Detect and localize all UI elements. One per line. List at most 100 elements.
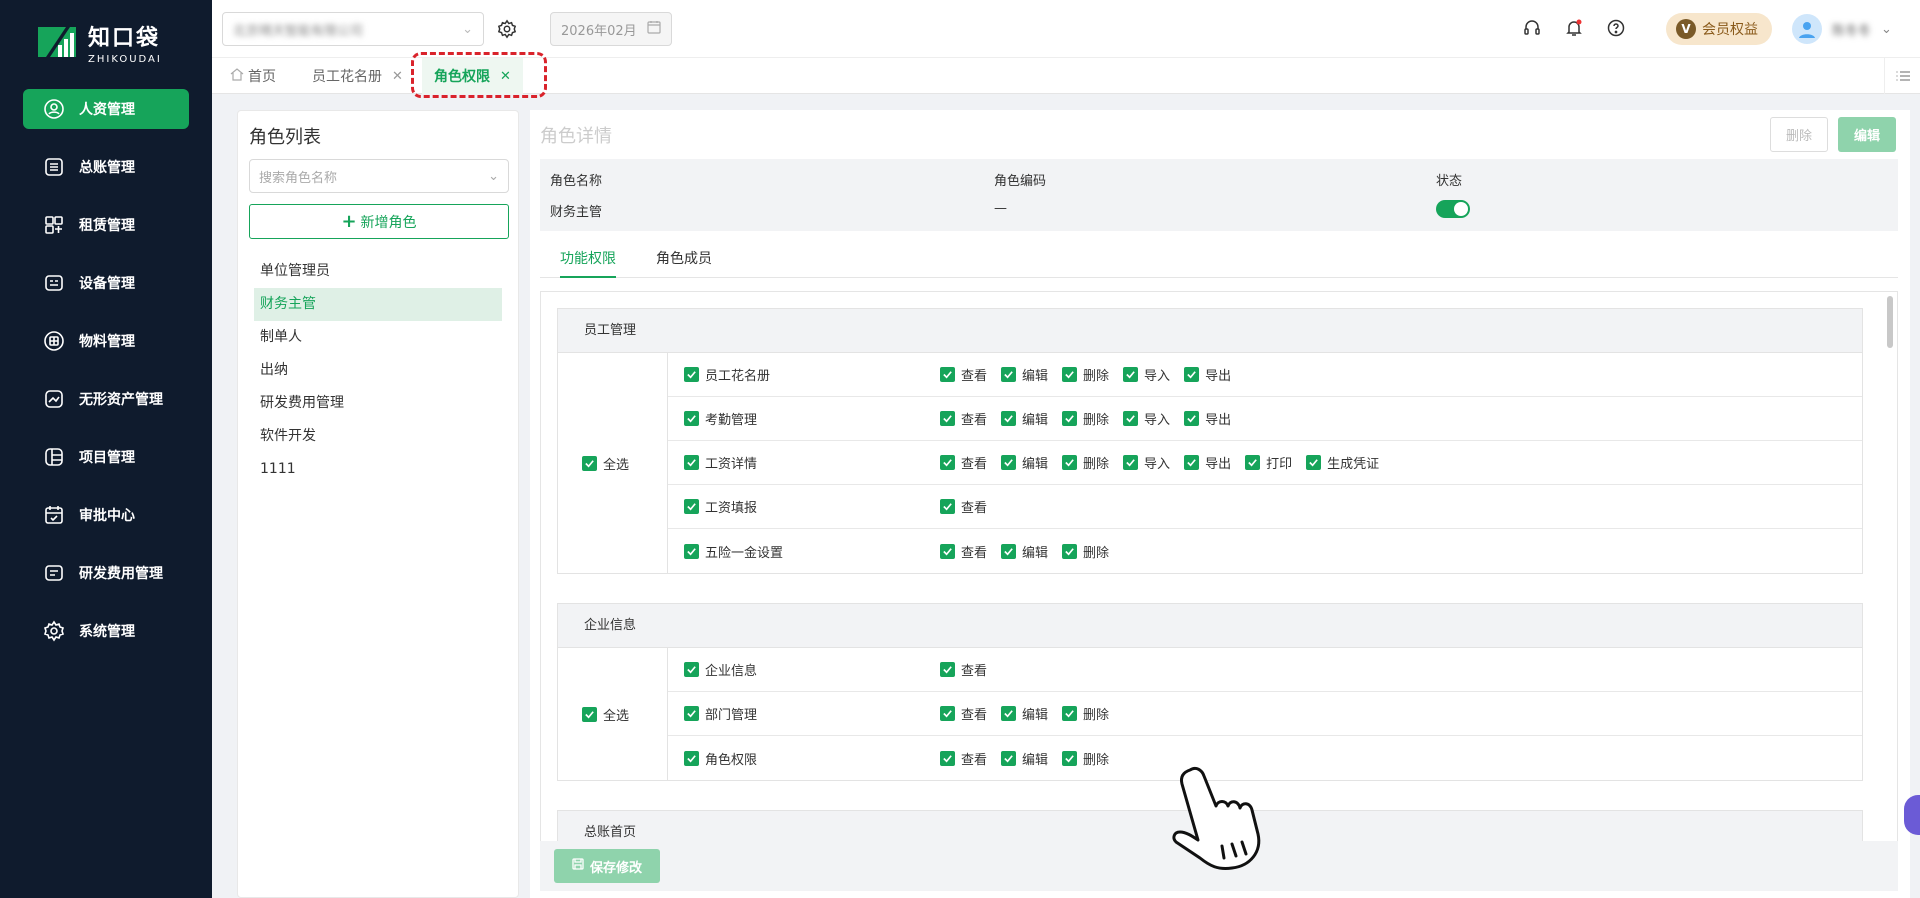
- role-item[interactable]: 1111: [254, 453, 502, 486]
- tab-function-permissions[interactable]: 功能权限: [560, 240, 616, 278]
- action-checkbox[interactable]: 查看: [940, 660, 987, 679]
- sidebar-item-intangible-asset[interactable]: 无形资产管理: [23, 379, 189, 419]
- checkbox-checked-icon: [1123, 455, 1139, 470]
- edit-button[interactable]: 编辑: [1838, 117, 1896, 152]
- action-checkbox[interactable]: 查看: [940, 542, 987, 561]
- role-item[interactable]: 单位管理员: [254, 255, 502, 288]
- action-checkbox[interactable]: 查看: [940, 749, 987, 768]
- select-all-label: 全选: [602, 457, 629, 473]
- sidebar-item-device[interactable]: 设备管理: [23, 263, 189, 303]
- status-toggle[interactable]: [1436, 200, 1470, 218]
- role-detail-title: 角色详情: [540, 126, 612, 147]
- sidebar-item-label: 项目管理: [79, 450, 135, 466]
- permission-name-checkbox[interactable]: 员工花名册: [684, 365, 770, 384]
- sidebar-nav: 人资管理 总账管理 租赁管理 设备管理 物料管理 无形资产管理 项目管理 审批中…: [23, 89, 189, 669]
- action-checkbox[interactable]: 生成凭证: [1306, 453, 1379, 472]
- action-checkbox[interactable]: 删除: [1062, 365, 1109, 384]
- chat-widget-icon[interactable]: [1904, 795, 1920, 835]
- role-info: 角色名称 财务主管 角色编码 — 状态: [540, 159, 1898, 231]
- sidebar-item-ledger[interactable]: 总账管理: [23, 147, 189, 187]
- action-checkbox[interactable]: 导入: [1123, 365, 1170, 384]
- permission-name-checkbox[interactable]: 工资填报: [684, 497, 757, 516]
- close-icon[interactable]: ✕: [392, 69, 403, 84]
- action-label: 导入: [1144, 413, 1171, 428]
- action-checkbox[interactable]: 编辑: [1001, 749, 1048, 768]
- role-item[interactable]: 研发费用管理: [254, 387, 502, 420]
- sidebar-item-label: 人资管理: [79, 102, 135, 118]
- help-icon[interactable]: [1606, 16, 1626, 40]
- sidebar-item-system[interactable]: 系统管理: [23, 611, 189, 651]
- role-item[interactable]: 出纳: [254, 354, 502, 387]
- action-checkbox[interactable]: 查看: [940, 704, 987, 723]
- action-label: 编辑: [1022, 369, 1049, 384]
- permission-name-checkbox[interactable]: 角色权限: [684, 749, 757, 768]
- tab-home[interactable]: 首页: [230, 58, 276, 94]
- action-checkbox[interactable]: 导出: [1184, 365, 1231, 384]
- action-checkbox[interactable]: 导入: [1123, 453, 1170, 472]
- action-checkbox[interactable]: 编辑: [1001, 409, 1048, 428]
- tab-employee-roster[interactable]: 员工花名册 ✕: [312, 58, 403, 94]
- role-item[interactable]: 软件开发: [254, 420, 502, 453]
- action-checkbox[interactable]: 编辑: [1001, 704, 1048, 723]
- permission-name-checkbox[interactable]: 五险一金设置: [684, 542, 783, 561]
- checkbox-checked-icon: [1001, 411, 1017, 426]
- action-checkbox[interactable]: 删除: [1062, 409, 1109, 428]
- sidebar-item-lease[interactable]: 租赁管理: [23, 205, 189, 245]
- permission-group: 企业信息 全选 企业信息 查看 部门管理 查看 编辑 删除 角色权限 查看 编辑…: [557, 603, 1863, 781]
- action-checkbox[interactable]: 导出: [1184, 409, 1231, 428]
- select-all-checkbox[interactable]: 全选: [558, 353, 668, 573]
- bell-icon[interactable]: [1564, 16, 1584, 40]
- save-label: 保存修改: [589, 860, 642, 876]
- role-item[interactable]: 财务主管: [254, 288, 502, 321]
- permission-row: 五险一金设置 查看 编辑 删除: [668, 529, 1862, 573]
- action-checkbox[interactable]: 编辑: [1001, 365, 1048, 384]
- scrollbar[interactable]: [1887, 296, 1893, 348]
- user-menu[interactable]: 陈冬冬 ⌄: [1792, 14, 1892, 44]
- chevron-down-icon: ⌄: [462, 21, 473, 37]
- action-label: 编辑: [1022, 413, 1049, 428]
- tabs-menu-icon[interactable]: [1884, 58, 1920, 94]
- role-item[interactable]: 制单人: [254, 321, 502, 354]
- company-select[interactable]: 北京晴天智能有限公司 ⌄: [222, 12, 484, 46]
- sidebar-item-project[interactable]: 项目管理: [23, 437, 189, 477]
- add-role-button[interactable]: + 新增角色: [249, 204, 509, 239]
- action-checkbox[interactable]: 导出: [1184, 453, 1231, 472]
- action-checkbox[interactable]: 查看: [940, 409, 987, 428]
- action-checkbox[interactable]: 删除: [1062, 749, 1109, 768]
- permission-row: 工资填报 查看: [668, 485, 1862, 529]
- checkbox-checked-icon: [1001, 750, 1017, 766]
- headset-icon[interactable]: [1522, 16, 1542, 40]
- sidebar-item-approval[interactable]: 审批中心: [23, 495, 189, 535]
- role-search-input[interactable]: 搜索角色名称 ⌄: [249, 159, 509, 193]
- action-checkbox[interactable]: 查看: [940, 365, 987, 384]
- project-icon: [43, 446, 65, 468]
- checkbox-checked-icon: [1184, 367, 1200, 382]
- action-checkbox[interactable]: 删除: [1062, 704, 1109, 723]
- permission-name-checkbox[interactable]: 工资详情: [684, 453, 757, 472]
- checkbox-checked-icon: [684, 367, 699, 382]
- action-checkbox[interactable]: 删除: [1062, 453, 1109, 472]
- action-checkbox[interactable]: 编辑: [1001, 542, 1048, 561]
- action-checkbox[interactable]: 查看: [940, 497, 987, 516]
- action-checkbox[interactable]: 导入: [1123, 409, 1170, 428]
- permission-name-checkbox[interactable]: 企业信息: [684, 660, 757, 679]
- tab-role-members[interactable]: 角色成员: [656, 240, 712, 278]
- period-picker[interactable]: 2026年02月: [550, 12, 672, 46]
- action-label: 编辑: [1022, 457, 1049, 472]
- action-checkbox[interactable]: 查看: [940, 453, 987, 472]
- save-button[interactable]: 保存修改: [554, 849, 660, 883]
- select-all-checkbox[interactable]: 全选: [558, 648, 668, 780]
- sidebar-item-material[interactable]: 物料管理: [23, 321, 189, 361]
- action-checkbox[interactable]: 打印: [1245, 453, 1292, 472]
- checkbox-checked-icon: [684, 499, 699, 514]
- action-checkbox[interactable]: 编辑: [1001, 453, 1048, 472]
- sidebar-item-hr[interactable]: 人资管理: [23, 89, 189, 129]
- gear-icon[interactable]: [492, 14, 522, 44]
- permission-name-checkbox[interactable]: 考勤管理: [684, 409, 757, 428]
- action-checkbox[interactable]: 删除: [1062, 542, 1109, 561]
- sidebar-item-rd-expense[interactable]: 研发费用管理: [23, 553, 189, 593]
- intangible-asset-icon: [43, 388, 65, 410]
- vip-benefits-button[interactable]: V 会员权益: [1666, 13, 1772, 45]
- permission-name-checkbox[interactable]: 部门管理: [684, 704, 757, 723]
- delete-button[interactable]: 删除: [1770, 117, 1828, 152]
